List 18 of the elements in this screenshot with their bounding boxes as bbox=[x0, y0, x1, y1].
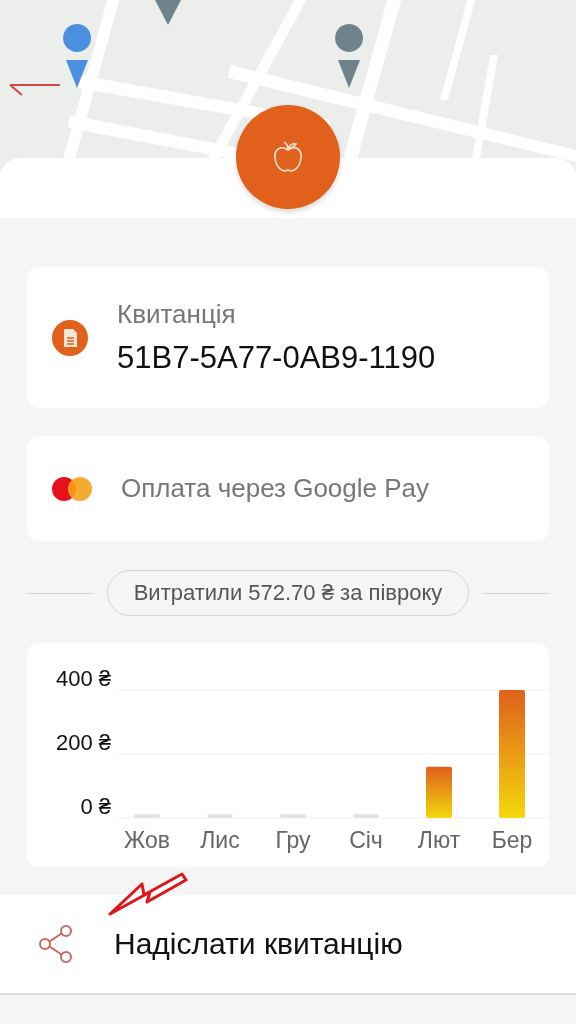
axis-category-label: Лис bbox=[200, 827, 240, 853]
apple-icon bbox=[273, 140, 303, 174]
axis-tick-label: 0 ₴ bbox=[80, 794, 111, 819]
summary-pill: Витратили 572.70 ₴ за півроку bbox=[106, 570, 470, 616]
document-icon bbox=[51, 318, 89, 357]
receipt-number: 51B7-5A77-0AB9-1190 bbox=[117, 340, 436, 376]
axis-category-label: Лют bbox=[417, 827, 461, 853]
axis-category-label: Бер bbox=[491, 827, 533, 853]
card-brand-icon bbox=[51, 475, 93, 502]
axis-tick-label: 200 ₴ bbox=[55, 730, 111, 755]
share-icon bbox=[38, 924, 74, 964]
bar bbox=[426, 766, 452, 818]
axis-category-label: Жов bbox=[124, 827, 170, 853]
axis-category-label: Гру bbox=[275, 827, 311, 853]
payment-method: Оплата через Google Pay bbox=[121, 473, 430, 504]
axis-category-label: Січ bbox=[349, 827, 383, 853]
axis-tick-label: 400 ₴ bbox=[55, 666, 111, 691]
receipt-label: Квитанція bbox=[117, 299, 237, 330]
